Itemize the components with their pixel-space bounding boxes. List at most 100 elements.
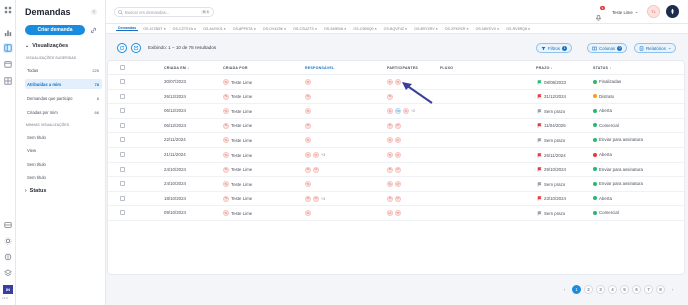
row-checkbox[interactable] — [120, 166, 125, 172]
header-flow[interactable]: FLUXO — [440, 66, 453, 70]
tab-item[interactable]: OS-N8YEVX × — [474, 27, 502, 31]
tab-item[interactable]: OS-549BVA × — [322, 27, 348, 31]
notifications-button[interactable]: 9 — [595, 6, 605, 21]
row-checkbox[interactable] — [120, 79, 125, 84]
row-checkbox[interactable] — [120, 210, 125, 216]
settings-icon[interactable] — [3, 236, 13, 246]
header-created-by[interactable]: CRIADA POR — [223, 66, 248, 70]
bar-chart-icon[interactable] — [3, 28, 13, 38]
tab-item[interactable]: OS-47ZN5T × — [141, 27, 167, 31]
search-input[interactable]: Buscar em demandas... ⌘ K — [114, 7, 214, 17]
save-view-button[interactable] — [131, 43, 141, 53]
row-checkbox[interactable] — [120, 108, 125, 114]
page-button[interactable]: 6 — [632, 284, 641, 294]
user-menu[interactable]: Teste Lime ⌄ — [612, 9, 638, 15]
header-deadline[interactable]: PRAZO ↓ — [536, 66, 553, 70]
table-row[interactable]: 21/11/2024 TL Teste Lime TL LT +3 TL LT 26/11/20… — [108, 148, 686, 163]
table-row[interactable]: 26/12/2024 TL Teste Lime TL TL 31/12/2024 Dist… — [108, 90, 686, 105]
participants-cell[interactable]: TL LT — [387, 122, 401, 129]
responsible-cell[interactable]: TL LT — [305, 166, 319, 173]
layers-icon[interactable] — [3, 268, 13, 278]
participants-cell[interactable]: TL TL — [387, 79, 401, 85]
close-icon[interactable]: × — [344, 27, 346, 31]
tab-item[interactable]: OS-XFKRZR × — [443, 27, 471, 31]
row-checkbox[interactable] — [120, 181, 125, 187]
page-button[interactable]: 4 — [608, 284, 617, 294]
page-button[interactable]: 2 — [584, 284, 593, 294]
page-button[interactable]: 7 — [644, 284, 653, 294]
tab-item[interactable]: OS-OV4Z5K × — [261, 27, 288, 31]
row-checkbox[interactable] — [120, 137, 125, 143]
row-checkbox[interactable] — [120, 152, 125, 157]
responsible-cell[interactable]: TL LT +3 — [305, 152, 325, 158]
kanban-icon[interactable] — [3, 43, 13, 53]
sidebar-item-my-view[interactable]: Sem título — [25, 173, 102, 183]
header-participants[interactable]: PARTICIPANTES — [387, 66, 418, 70]
page-button[interactable]: 1 — [572, 284, 581, 294]
tab-item[interactable]: Demandas — [116, 26, 139, 31]
table-row[interactable]: 30/07/2023 TL Teste Lime TL TL TL 08/08/2023 Fi… — [108, 75, 686, 90]
close-icon[interactable]: × — [224, 27, 226, 31]
row-checkbox[interactable] — [120, 93, 125, 99]
page-button[interactable]: 3 — [596, 284, 605, 294]
close-icon[interactable]: × — [528, 27, 530, 31]
close-icon[interactable]: × — [375, 27, 377, 31]
prev-page-button[interactable]: ‹ — [560, 285, 569, 294]
close-icon[interactable]: × — [284, 27, 286, 31]
header-responsible[interactable]: RESPONSÁVEL — [305, 66, 334, 70]
money-icon[interactable] — [3, 252, 13, 262]
collapse-sidebar-button[interactable]: ‹ — [91, 9, 97, 15]
tab-item[interactable]: OS-8RYZRV × — [412, 27, 440, 31]
close-icon[interactable]: × — [405, 27, 407, 31]
table-row[interactable]: 09/10/2024 TL Teste Lime TL LT TT Sem prazo Com… — [108, 206, 686, 221]
tab-item[interactable]: OS-8PPKTA × — [231, 27, 258, 31]
table-row[interactable]: 24/10/2024 TL Teste Lime TL TL LT Sem prazo Env… — [108, 177, 686, 192]
table-row[interactable]: 06/12/2024 TL Teste Lime TL TL TU TL +2 Sem praz… — [108, 104, 686, 119]
close-icon[interactable]: × — [436, 27, 438, 31]
tab-item[interactable]: OS-CZTSYA × — [171, 27, 198, 31]
refresh-button[interactable] — [117, 43, 127, 53]
sidebar-item-view[interactable]: Criadas por mim 66 — [25, 107, 102, 117]
sidebar-item-my-view[interactable]: Sem título — [25, 132, 102, 142]
close-icon[interactable]: × — [194, 27, 196, 31]
create-demand-button[interactable]: Criar demanda — [25, 25, 85, 35]
avatar[interactable]: TL — [647, 5, 660, 18]
responsible-cell[interactable]: TL — [305, 93, 311, 100]
close-icon[interactable]: × — [466, 27, 468, 31]
tab-item[interactable]: OS-AI4YKI1 × — [201, 27, 228, 31]
tab-item[interactable]: OS-C9B9Q9 × — [351, 27, 378, 31]
row-checkbox[interactable] — [120, 195, 125, 201]
table-row[interactable]: 06/12/2024 TL Teste Lime TL TL LT 11/04/2025 Co… — [108, 119, 686, 134]
columns-button[interactable]: Colunas 0 — [587, 43, 628, 53]
close-icon[interactable]: × — [497, 27, 499, 31]
tab-item[interactable]: OS-RV5RQ8 × — [504, 27, 532, 31]
participants-cell[interactable]: TL LT — [387, 195, 401, 202]
participants-cell[interactable]: TL LT — [387, 152, 401, 158]
responsible-cell[interactable]: TL — [305, 108, 311, 115]
page-button[interactable]: 5 — [620, 284, 629, 294]
table-icon[interactable] — [3, 76, 13, 86]
status-section-toggle[interactable]: › Status — [25, 188, 46, 194]
responsible-cell[interactable]: TL — [305, 181, 311, 188]
sidebar-item-my-view[interactable]: Sem título — [25, 159, 102, 169]
participants-cell[interactable]: TL LT — [387, 137, 401, 144]
responsible-cell[interactable]: TL — [305, 210, 311, 217]
responsible-cell[interactable]: TL LT +3 — [305, 195, 325, 202]
table-row[interactable]: 18/10/2024 TL Teste Lime TL LT +3 TL LT 23/10/20… — [108, 192, 686, 207]
close-icon[interactable]: × — [164, 27, 166, 31]
participants-cell[interactable]: TL LT — [387, 181, 401, 188]
next-page-button[interactable]: › — [668, 285, 677, 294]
sidebar-item-my-view[interactable]: View — [25, 146, 102, 156]
participants-cell[interactable]: TL LT — [387, 166, 401, 173]
grid-icon[interactable] — [3, 5, 13, 15]
responsible-cell[interactable]: TL — [305, 79, 311, 85]
responsible-cell[interactable]: TL — [305, 137, 311, 144]
close-icon[interactable]: × — [254, 27, 256, 31]
table-row[interactable]: 24/10/2024 TL Teste Lime TL LT TL LT 29/10/2024… — [108, 163, 686, 178]
close-icon[interactable]: × — [315, 27, 317, 31]
company-logo[interactable] — [666, 5, 679, 18]
sidebar-item-view[interactable]: Todas 225 — [25, 65, 102, 75]
sidebar-item-view[interactable]: Atribuídas a mim 78 — [25, 79, 102, 89]
tab-item[interactable]: OS-CSUZTS × — [291, 27, 319, 31]
header-created-at[interactable]: CRIADA EM ↓ — [164, 66, 189, 70]
